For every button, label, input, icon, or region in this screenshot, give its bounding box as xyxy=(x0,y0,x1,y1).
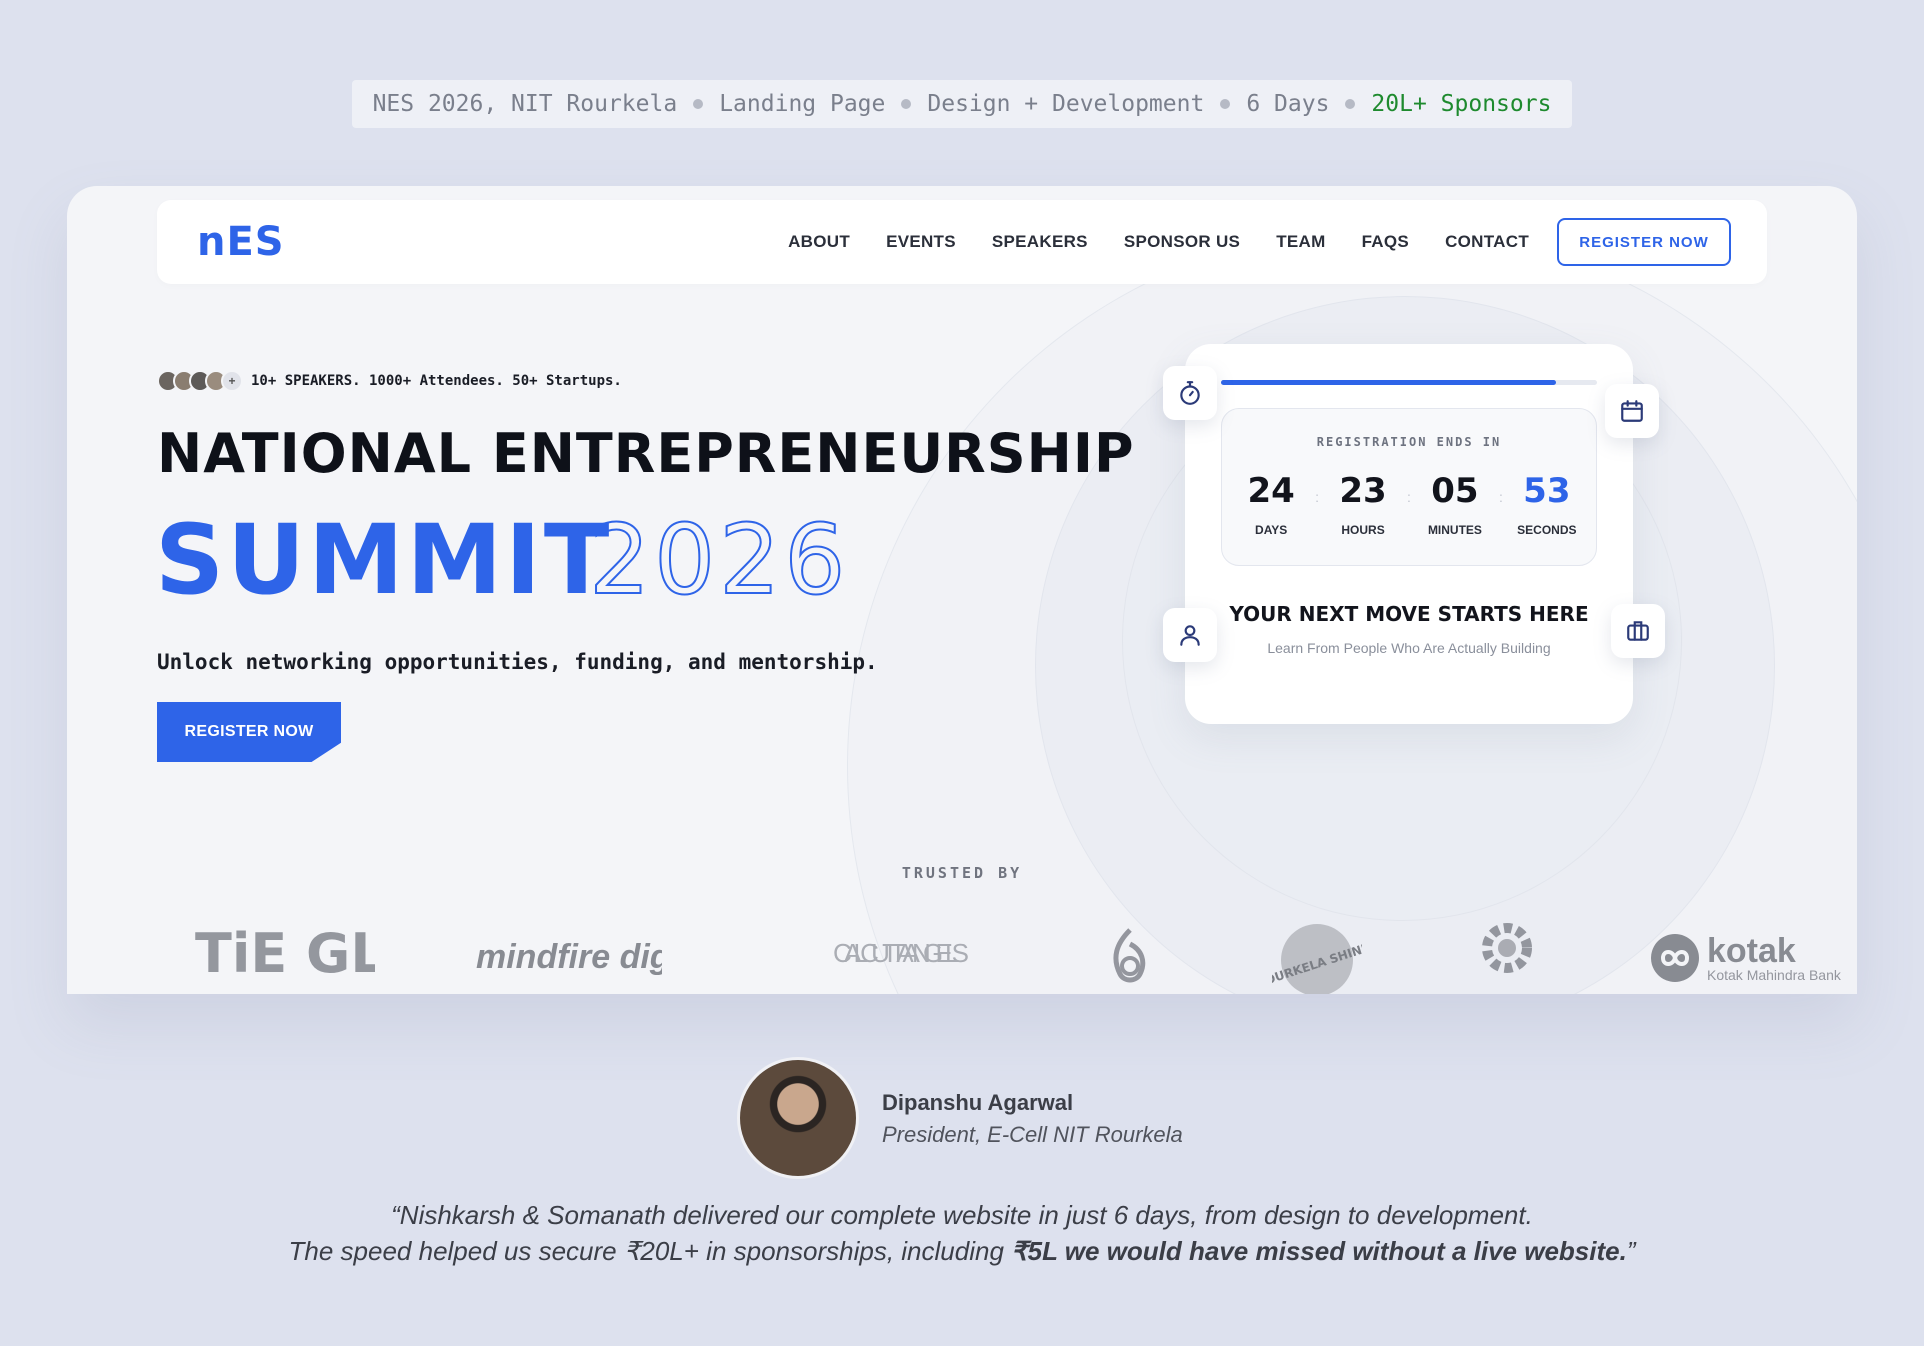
logo-text: Kotak Mahindra Bank xyxy=(1707,967,1842,983)
hero-title-year: 2026 xyxy=(588,503,850,617)
testimonial-role: President, E-Cell NIT Rourkela xyxy=(882,1122,1183,1147)
separator-dot xyxy=(693,99,704,109)
project-meta-bar: NES 2026, NIT Rourkela Landing Page Desi… xyxy=(352,80,1572,128)
countdown-value: 53 xyxy=(1523,471,1571,511)
meta-item-sponsors: 20L+ Sponsors xyxy=(1371,91,1552,117)
progress-fill xyxy=(1221,380,1556,385)
countdown-box: REGISTRATION ENDS IN 24 DAYS : 23 HOURS … xyxy=(1221,408,1597,566)
sponsor-logos: TiE GLOBAL mindfire digital CALCUTTA ANG… xyxy=(67,914,1857,994)
nav-link-speakers[interactable]: SPEAKERS xyxy=(992,232,1088,252)
countdown-days: 24 DAYS xyxy=(1241,471,1301,537)
kotak-logo: kotak Kotak Mahindra Bank xyxy=(1649,928,1857,988)
nav-register-button[interactable]: REGISTER NOW xyxy=(1557,218,1731,266)
stats-text: 10+ SPEAKERS. 1000+ Attendees. 50+ Start… xyxy=(251,373,622,389)
nav-link-events[interactable]: EVENTS xyxy=(886,232,956,252)
separator: : xyxy=(1315,489,1320,505)
nav-link-contact[interactable]: CONTACT xyxy=(1445,232,1529,252)
hero-register-button[interactable]: REGISTER NOW xyxy=(157,702,341,762)
logo-text: CALCUTTA ANGELS xyxy=(833,938,969,968)
separator: : xyxy=(1407,489,1411,505)
countdown-value: 24 xyxy=(1247,471,1295,511)
separator-dot xyxy=(901,99,912,109)
avatar xyxy=(737,1057,859,1179)
countdown-minutes: 05 MINUTES xyxy=(1425,471,1485,537)
separator: : xyxy=(1498,489,1503,505)
gear-icon xyxy=(1467,914,1547,990)
countdown-value: 05 xyxy=(1431,471,1479,511)
quote-close: ” xyxy=(1626,1236,1636,1266)
countdown-unit-label: SECONDS xyxy=(1517,523,1577,537)
countdown-seconds: 53 SECONDS xyxy=(1517,471,1577,537)
meta-item-project: NES 2026, NIT Rourkela xyxy=(372,91,678,117)
hero-title-line1: NATIONAL ENTREPRENEURSHIP xyxy=(157,422,1135,485)
tie-global-logo: TiE GLOBAL xyxy=(195,924,375,980)
meta-item-type: Landing Page xyxy=(719,91,886,117)
countdown-units: 24 DAYS : 23 HOURS : 05 MINUTES : 53 SEC… xyxy=(1222,471,1596,537)
countdown-label: REGISTRATION ENDS IN xyxy=(1316,435,1502,449)
emblem-logo xyxy=(1102,924,1158,994)
meta-item-scope: Design + Development xyxy=(927,91,1205,117)
nav-link-faqs[interactable]: FAQS xyxy=(1362,232,1410,252)
separator-dot xyxy=(1220,99,1231,109)
plus-icon: + xyxy=(221,370,243,392)
countdown-unit-label: DAYS xyxy=(1255,523,1288,537)
stats-row: + 10+ SPEAKERS. 1000+ Attendees. 50+ Sta… xyxy=(157,370,622,392)
mindfire-logo: mindfire digital xyxy=(472,928,662,984)
countdown-subtext: Learn From People Who Are Actually Build… xyxy=(1267,640,1551,656)
nav-link-team[interactable]: TEAM xyxy=(1276,232,1325,252)
hero-title-summit: SUMMIT xyxy=(155,504,613,616)
countdown-hours: 23 HOURS xyxy=(1333,471,1393,537)
calcutta-angels-logo: CALCUTTA ANGELS xyxy=(827,928,977,988)
testimonial-quote-line1: “Nishkarsh & Somanath delivered our comp… xyxy=(391,1200,1533,1230)
meta-item-duration: 6 Days xyxy=(1246,91,1330,117)
countdown-unit-label: MINUTES xyxy=(1427,523,1482,537)
hero-subtitle: Unlock networking opportunities, funding… xyxy=(157,650,878,674)
nav-link-about[interactable]: ABOUT xyxy=(788,232,850,252)
logo-text: TiE GLOBAL xyxy=(195,924,375,980)
speaker-avatars: + xyxy=(157,370,243,392)
calendar-icon xyxy=(1605,384,1659,438)
briefcase-icon xyxy=(1611,604,1665,658)
stopwatch-icon xyxy=(1163,366,1217,420)
logo-text: mindfire digital xyxy=(476,938,662,976)
navbar: nES ABOUT EVENTS SPEAKERS SPONSOR US TEA… xyxy=(157,200,1767,284)
countdown-unit-label: HOURS xyxy=(1341,523,1385,537)
nav-link-sponsor-us[interactable]: SPONSOR US xyxy=(1124,232,1240,252)
website-preview-card: nES ABOUT EVENTS SPEAKERS SPONSOR US TEA… xyxy=(67,186,1857,994)
nav-links: ABOUT EVENTS SPEAKERS SPONSOR US TEAM FA… xyxy=(788,232,1529,252)
quote-text: The speed helped us secure ₹20L+ in spon… xyxy=(288,1236,1012,1266)
registration-progress-bar xyxy=(1221,380,1597,385)
trusted-by-label: TRUSTED BY xyxy=(901,864,1023,882)
logo-text: kotak xyxy=(1707,932,1796,970)
testimonial-quote-line2: The speed helped us secure ₹20L+ in spon… xyxy=(0,1236,1924,1267)
user-icon xyxy=(1163,608,1217,662)
nes-logo[interactable]: nES xyxy=(197,219,285,265)
testimonial-name: Dipanshu Agarwal xyxy=(882,1090,1074,1115)
countdown-headline: YOUR NEXT MOVE STARTS HERE xyxy=(1229,602,1589,626)
countdown-value: 23 xyxy=(1339,471,1387,511)
countdown-card: REGISTRATION ENDS IN 24 DAYS : 23 HOURS … xyxy=(1185,344,1633,724)
quote-emphasis: ₹5L we would have missed without a live … xyxy=(1011,1236,1627,1266)
rourkela-shines-logo: ROURKELA SHINES xyxy=(1272,920,1362,994)
separator-dot xyxy=(1345,99,1356,109)
